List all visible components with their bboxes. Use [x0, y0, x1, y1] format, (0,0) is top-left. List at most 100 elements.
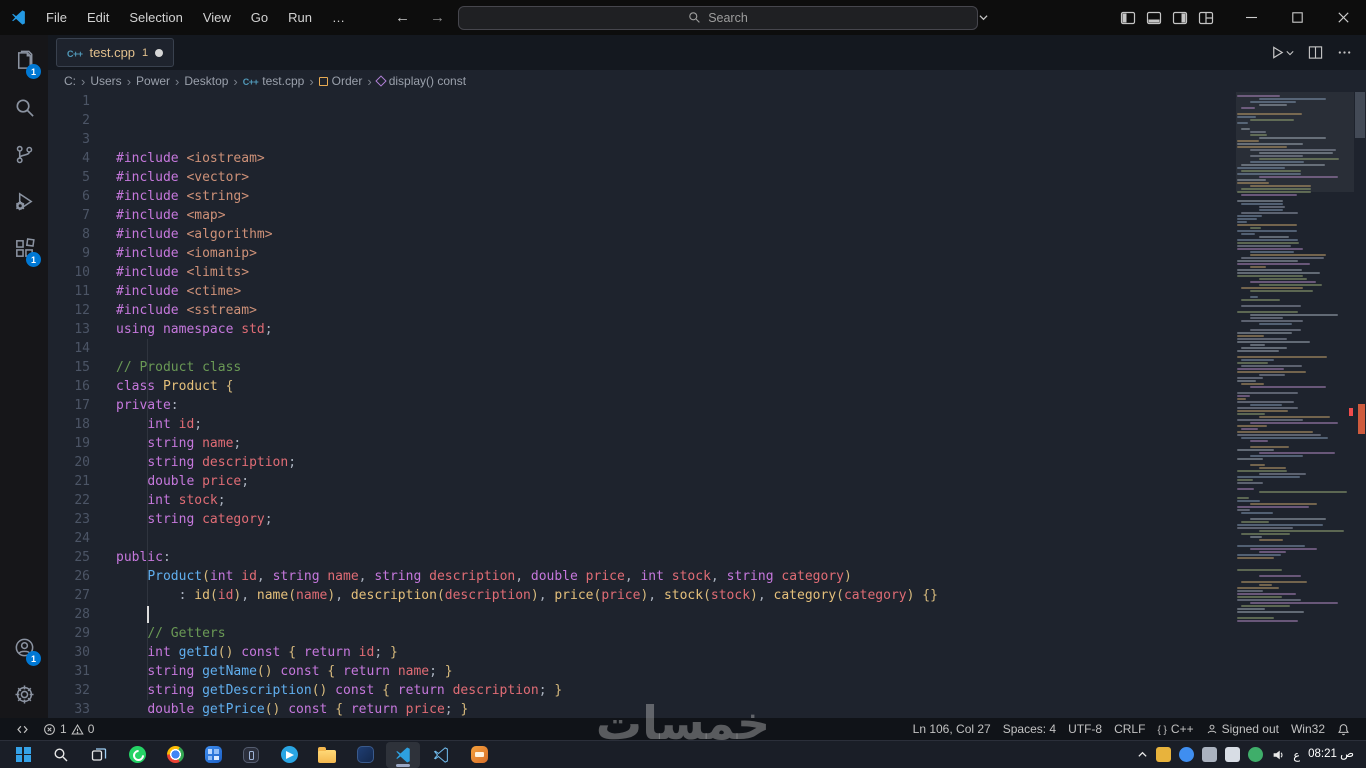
code-line[interactable]: // Getters: [116, 624, 1236, 643]
line-number[interactable]: 1: [48, 92, 90, 111]
explorer-view-icon[interactable]: 1: [0, 37, 48, 84]
line-number[interactable]: 20: [48, 453, 90, 472]
code-line[interactable]: #include <ctime>: [116, 282, 1236, 301]
breadcrumb-class[interactable]: Order: [318, 74, 362, 88]
line-number[interactable]: 19: [48, 434, 90, 453]
line-number[interactable]: 23: [48, 510, 90, 529]
code-line[interactable]: #include <string>: [116, 187, 1236, 206]
breadcrumb-power[interactable]: Power: [136, 74, 170, 88]
breadcrumb-method[interactable]: display() const: [375, 74, 466, 88]
cursor-position-status[interactable]: Ln 106, Col 27: [907, 718, 997, 740]
taskbar-clock[interactable]: 08:21 ص: [1308, 748, 1354, 761]
code-line[interactable]: string getName() const { return name; }: [116, 662, 1236, 681]
line-number[interactable]: 31: [48, 662, 90, 681]
code-line[interactable]: string getDescription() const { return d…: [116, 681, 1236, 700]
line-number[interactable]: 33: [48, 700, 90, 718]
whatsapp-icon[interactable]: [120, 742, 154, 768]
breadcrumb-drive[interactable]: C:: [64, 74, 76, 88]
breadcrumb-desktop[interactable]: Desktop: [184, 74, 228, 88]
toggle-panel-icon[interactable]: [1146, 10, 1162, 26]
line-number[interactable]: 3: [48, 130, 90, 149]
line-number[interactable]: 15: [48, 358, 90, 377]
line-number[interactable]: 24: [48, 529, 90, 548]
menu-overflow-icon[interactable]: [323, 6, 356, 29]
misc-app-icon[interactable]: [462, 742, 496, 768]
run-file-button[interactable]: [1270, 45, 1294, 60]
code-line[interactable]: public:: [116, 548, 1236, 567]
line-number[interactable]: 10: [48, 263, 90, 282]
telegram-icon[interactable]: [272, 742, 306, 768]
minimize-button[interactable]: [1228, 0, 1274, 35]
code-line[interactable]: double price;: [116, 472, 1236, 491]
tray-icon-3[interactable]: [1202, 747, 1218, 762]
minimap[interactable]: [1236, 92, 1354, 718]
code-line[interactable]: class Product {: [116, 377, 1236, 396]
language-indicator[interactable]: ع: [1293, 748, 1300, 762]
extensions-view-icon[interactable]: 1: [0, 225, 48, 272]
scrollbar-thumb[interactable]: [1355, 92, 1365, 138]
code-line[interactable]: private:: [116, 396, 1236, 415]
line-number[interactable]: 16: [48, 377, 90, 396]
code-line[interactable]: string description;: [116, 453, 1236, 472]
breadcrumb-file[interactable]: test.cpp: [243, 74, 304, 88]
menu-selection[interactable]: Selection: [120, 6, 191, 29]
line-number[interactable]: 13: [48, 320, 90, 339]
platform-status[interactable]: Win32: [1285, 718, 1331, 740]
vscode-insiders-taskbar-icon[interactable]: [424, 742, 458, 768]
account-status[interactable]: Signed out: [1200, 718, 1285, 740]
indentation-status[interactable]: Spaces: 4: [997, 718, 1062, 740]
line-number[interactable]: 30: [48, 643, 90, 662]
start-button[interactable]: [6, 742, 40, 768]
accounts-icon[interactable]: 1: [0, 624, 48, 671]
line-number[interactable]: 9: [48, 244, 90, 263]
remote-indicator-icon[interactable]: [10, 718, 35, 740]
code-line[interactable]: [116, 529, 1236, 548]
line-number[interactable]: 18: [48, 415, 90, 434]
command-center-search[interactable]: Search: [458, 5, 978, 30]
code-line[interactable]: double getPrice() const { return price; …: [116, 700, 1236, 718]
breadcrumb-users[interactable]: Users: [90, 74, 121, 88]
more-actions-icon[interactable]: [1337, 45, 1352, 60]
line-number[interactable]: 25: [48, 548, 90, 567]
code-line[interactable]: #include <iostream>: [116, 149, 1236, 168]
menu-view[interactable]: View: [194, 6, 240, 29]
line-number[interactable]: 8: [48, 225, 90, 244]
code-line[interactable]: [116, 605, 1236, 624]
tray-icon-5[interactable]: [1248, 747, 1264, 762]
code-line[interactable]: #include <map>: [116, 206, 1236, 225]
code-area[interactable]: #include <iostream> #include <vector> #inc…: [116, 92, 1236, 718]
code-line[interactable]: int id;: [116, 415, 1236, 434]
line-number[interactable]: 6: [48, 187, 90, 206]
editor-pane[interactable]: 1 2 3 4 5 6 7 8 9 10 11 12 13 14 15 16 17 18 19 20 21 22 23 24 2…: [48, 92, 1366, 718]
menu-edit[interactable]: Edit: [78, 6, 118, 29]
line-number[interactable]: 21: [48, 472, 90, 491]
back-button[interactable]: ←: [388, 7, 417, 28]
tray-icon-2[interactable]: [1179, 747, 1195, 762]
close-button[interactable]: [1320, 0, 1366, 35]
encoding-status[interactable]: UTF-8: [1062, 718, 1108, 740]
split-editor-icon[interactable]: [1308, 45, 1323, 60]
line-number[interactable]: 27: [48, 586, 90, 605]
tray-icon-4[interactable]: [1225, 747, 1241, 762]
code-line[interactable]: : id(id), name(name), description(descri…: [116, 586, 1236, 605]
chrome-icon[interactable]: [158, 742, 192, 768]
file-explorer-icon[interactable]: [310, 742, 344, 768]
line-number[interactable]: 4: [48, 149, 90, 168]
line-number[interactable]: 2: [48, 111, 90, 130]
code-line[interactable]: string category;: [116, 510, 1236, 529]
line-number[interactable]: 26: [48, 567, 90, 586]
toggle-secondary-sidebar-icon[interactable]: [1172, 10, 1188, 26]
taskbar-search-icon[interactable]: [44, 742, 78, 768]
photos-app-icon[interactable]: [196, 742, 230, 768]
modified-dot-icon[interactable]: [155, 48, 164, 57]
code-line[interactable]: using namespace std;: [116, 320, 1236, 339]
tray-icon-1[interactable]: [1156, 747, 1172, 762]
code-line[interactable]: int stock;: [116, 491, 1236, 510]
eol-status[interactable]: CRLF: [1108, 718, 1151, 740]
volume-icon[interactable]: [1271, 748, 1285, 762]
forward-button[interactable]: →: [423, 7, 452, 28]
code-line[interactable]: #include <limits>: [116, 263, 1236, 282]
line-number[interactable]: 17: [48, 396, 90, 415]
menu-run[interactable]: Run: [279, 6, 321, 29]
code-line[interactable]: #include <vector>: [116, 168, 1236, 187]
